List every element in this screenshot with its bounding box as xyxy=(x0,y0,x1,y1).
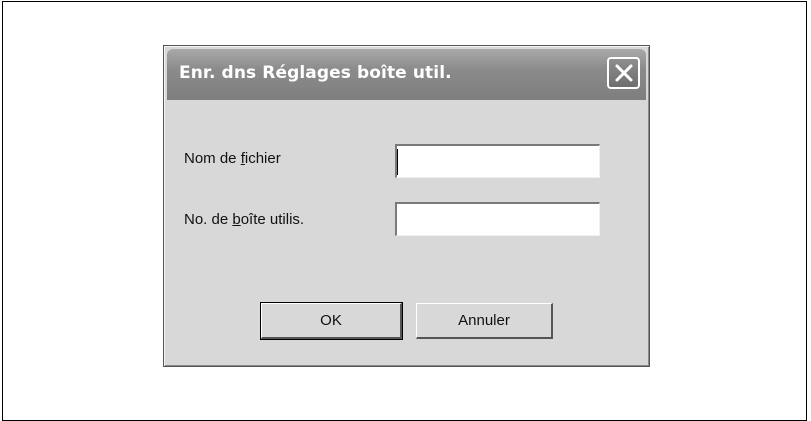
box-number-label-rest: oîte utilis. xyxy=(240,211,305,228)
filename-input[interactable] xyxy=(395,144,600,178)
box-number-label-mnemonic: b xyxy=(232,211,241,228)
dialog-title: Enr. dns Réglages boîte util. xyxy=(179,63,452,83)
box-number-label-text: No. de xyxy=(184,211,233,228)
box-number-input[interactable] xyxy=(395,202,600,236)
dialog-titlebar[interactable]: Enr. dns Réglages boîte util. xyxy=(167,49,646,100)
cancel-button[interactable]: Annuler xyxy=(416,303,553,339)
filename-label-rest: ichier xyxy=(244,150,281,167)
close-button[interactable] xyxy=(607,57,640,89)
close-x-icon xyxy=(615,64,632,82)
ok-button[interactable]: OK xyxy=(260,302,403,340)
text-caret xyxy=(397,149,398,175)
box-number-label: No. de boîte utilis. xyxy=(184,211,304,228)
filename-label: Nom de fichier xyxy=(184,150,281,167)
filename-label-text: Nom de xyxy=(184,150,241,167)
